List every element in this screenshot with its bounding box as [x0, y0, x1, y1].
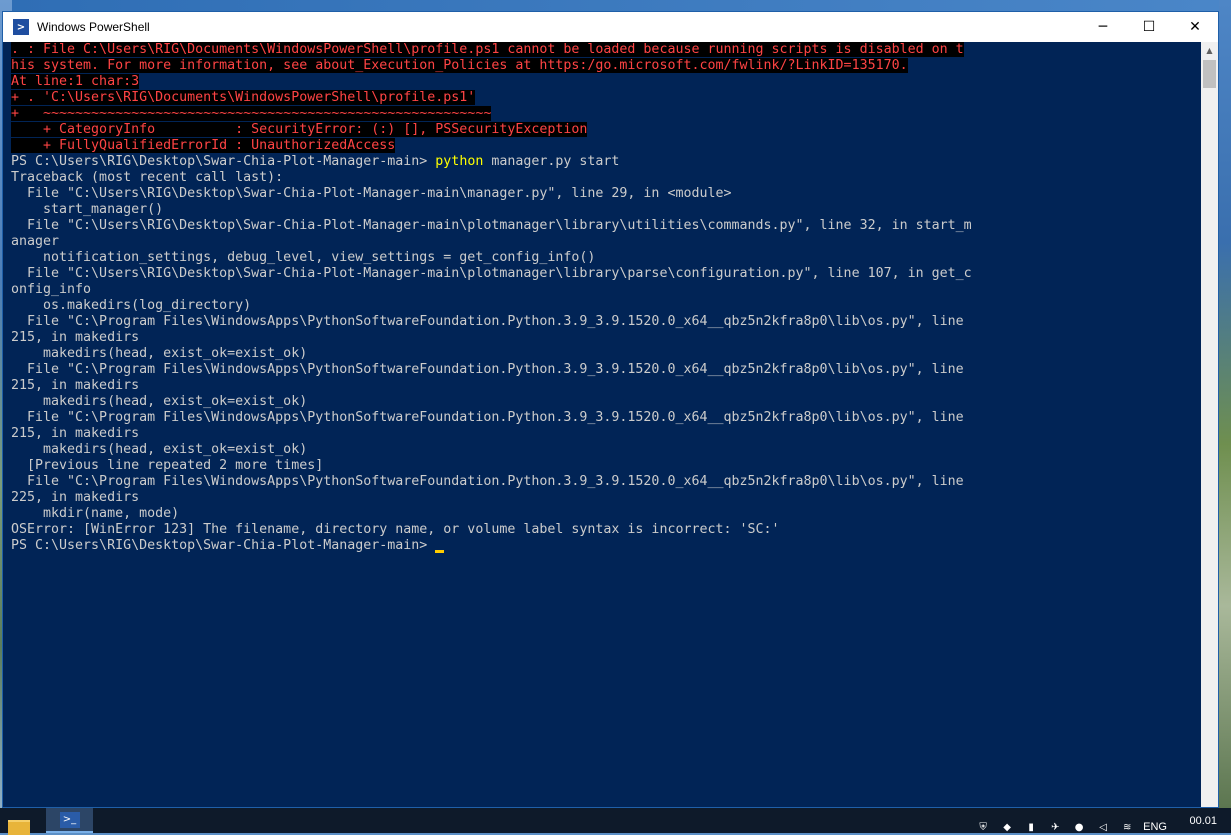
console-line: 225, in makedirs: [11, 490, 1203, 506]
console-line: PS C:\Users\RIG\Desktop\Swar-Chia-Plot-M…: [11, 538, 1203, 554]
console-line: his system. For more information, see ab…: [11, 58, 1203, 74]
desktop-background-top: [12, 0, 1219, 11]
wifi-icon[interactable]: ≋: [1120, 821, 1134, 833]
output-text: 215, in makedirs: [11, 378, 140, 393]
console-line: At line:1 char:3: [11, 74, 1203, 90]
output-text: File "C:\Program Files\WindowsApps\Pytho…: [11, 314, 964, 329]
error-text: + FullyQualifiedErrorId : UnauthorizedAc…: [11, 138, 396, 153]
console-line: File "C:\Users\RIG\Desktop\Swar-Chia-Plo…: [11, 186, 1203, 202]
output-text: 225, in makedirs: [11, 490, 140, 505]
console-line: mkdir(name, mode): [11, 506, 1203, 522]
console-line: File "C:\Program Files\WindowsApps\Pytho…: [11, 474, 1203, 490]
console-line: + . 'C:\Users\RIG\Documents\WindowsPower…: [11, 90, 1203, 106]
close-button[interactable]: ✕: [1172, 12, 1218, 42]
powershell-icon: >_: [59, 811, 80, 828]
powershell-icon: >: [13, 19, 29, 35]
maximize-button[interactable]: ☐: [1126, 12, 1172, 42]
console-line: OSError: [WinError 123] The filename, di…: [11, 522, 1203, 538]
console-line: + ~~~~~~~~~~~~~~~~~~~~~~~~~~~~~~~~~~~~~~…: [11, 106, 1203, 122]
output-text: start_manager(): [11, 202, 164, 217]
output-text: File "C:\Users\RIG\Desktop\Swar-Chia-Plo…: [11, 218, 972, 233]
command-args: manager.py start: [483, 154, 620, 169]
output-text: OSError: [WinError 123] The filename, di…: [11, 522, 780, 537]
scroll-thumb[interactable]: [1203, 60, 1216, 88]
error-text: + ~~~~~~~~~~~~~~~~~~~~~~~~~~~~~~~~~~~~~~…: [11, 106, 492, 121]
prompt-text: PS C:\Users\RIG\Desktop\Swar-Chia-Plot-M…: [11, 538, 436, 553]
output-text: anager: [11, 234, 60, 249]
error-text: his system. For more information, see ab…: [11, 58, 908, 73]
output-text: 215, in makedirs: [11, 426, 140, 441]
console-line: + CategoryInfo : SecurityError: (:) [], …: [11, 122, 1203, 138]
output-text: makedirs(head, exist_ok=exist_ok): [11, 442, 308, 457]
scroll-up-arrow-icon[interactable]: ▲: [1201, 42, 1218, 59]
title-bar[interactable]: > Windows PowerShell ─ ☐ ✕: [3, 12, 1218, 42]
console-line: Traceback (most recent call last):: [11, 170, 1203, 186]
console-line: 215, in makedirs: [11, 378, 1203, 394]
console-line: makedirs(head, exist_ok=exist_ok): [11, 346, 1203, 362]
console-line: + FullyQualifiedErrorId : UnauthorizedAc…: [11, 138, 1203, 154]
output-text: os.makedirs(log_directory): [11, 298, 252, 313]
output-text: File "C:\Program Files\WindowsApps\Pytho…: [11, 474, 964, 489]
console-line: File "C:\Program Files\WindowsApps\Pytho…: [11, 410, 1203, 426]
console-line: File "C:\Program Files\WindowsApps\Pytho…: [11, 362, 1203, 378]
prompt-text: PS C:\Users\RIG\Desktop\Swar-Chia-Plot-M…: [11, 154, 436, 169]
error-text: . : File C:\Users\RIG\Documents\WindowsP…: [11, 42, 964, 57]
console-line: anager: [11, 234, 1203, 250]
command-name: python: [435, 154, 484, 169]
console-output[interactable]: . : File C:\Users\RIG\Documents\WindowsP…: [11, 42, 1203, 807]
console-line: makedirs(head, exist_ok=exist_ok): [11, 394, 1203, 410]
text-cursor: [435, 550, 445, 553]
console-line: [Previous line repeated 2 more times]: [11, 458, 1203, 474]
output-text: notification_settings, debug_level, view…: [11, 250, 596, 265]
output-text: 215, in makedirs: [11, 330, 140, 345]
console-line: notification_settings, debug_level, view…: [11, 250, 1203, 266]
desktop-background-right: [1219, 0, 1231, 808]
chat-icon[interactable]: ●: [1072, 821, 1086, 833]
error-text: At line:1 char:3: [11, 74, 140, 89]
language-indicator[interactable]: ENG: [1143, 821, 1167, 833]
console-line: PS C:\Users\RIG\Desktop\Swar-Chia-Plot-M…: [11, 154, 1203, 170]
usb-icon[interactable]: ▮: [1024, 821, 1038, 833]
shield-icon[interactable]: ⛨: [976, 821, 990, 833]
output-text: File "C:\Program Files\WindowsApps\Pytho…: [11, 362, 964, 377]
output-text: File "C:\Users\RIG\Desktop\Swar-Chia-Plo…: [11, 186, 732, 201]
taskbar: >_ ⛨ ◆ ▮ ✈ ● ◁ ≋ ENG 00.01: [0, 808, 1231, 835]
output-text: [Previous line repeated 2 more times]: [11, 458, 324, 473]
error-text: + . 'C:\Users\RIG\Documents\WindowsPower…: [11, 90, 476, 105]
console-line: File "C:\Program Files\WindowsApps\Pytho…: [11, 314, 1203, 330]
vertical-scrollbar[interactable]: ▲: [1201, 42, 1218, 807]
window-title: Windows PowerShell: [37, 20, 150, 34]
output-text: onfig_info: [11, 282, 92, 297]
output-text: makedirs(head, exist_ok=exist_ok): [11, 394, 308, 409]
console-line: onfig_info: [11, 282, 1203, 298]
error-text: + CategoryInfo : SecurityError: (:) [], …: [11, 122, 588, 137]
console-line: 215, in makedirs: [11, 426, 1203, 442]
output-text: mkdir(name, mode): [11, 506, 180, 521]
powershell-window[interactable]: > Windows PowerShell ─ ☐ ✕ . : File C:\U…: [2, 11, 1219, 808]
airplane-icon[interactable]: ✈: [1048, 821, 1062, 833]
console-line: File "C:\Users\RIG\Desktop\Swar-Chia-Plo…: [11, 218, 1203, 234]
volume-icon[interactable]: ◁: [1096, 821, 1110, 833]
output-text: makedirs(head, exist_ok=exist_ok): [11, 346, 308, 361]
console-line: start_manager(): [11, 202, 1203, 218]
output-text: File "C:\Users\RIG\Desktop\Swar-Chia-Plo…: [11, 266, 972, 281]
taskbar-powershell-button[interactable]: >_: [46, 808, 93, 833]
console-line: 215, in makedirs: [11, 330, 1203, 346]
console-line: . : File C:\Users\RIG\Documents\WindowsP…: [11, 42, 1203, 58]
clock[interactable]: 00.01: [1189, 815, 1217, 827]
minimize-button[interactable]: ─: [1080, 12, 1126, 42]
output-text: Traceback (most recent call last):: [11, 170, 284, 185]
app-tray-icon[interactable]: ◆: [1000, 821, 1014, 833]
output-text: File "C:\Program Files\WindowsApps\Pytho…: [11, 410, 964, 425]
console-line: File "C:\Users\RIG\Desktop\Swar-Chia-Plo…: [11, 266, 1203, 282]
console-line: os.makedirs(log_directory): [11, 298, 1203, 314]
console-line: makedirs(head, exist_ok=exist_ok): [11, 442, 1203, 458]
